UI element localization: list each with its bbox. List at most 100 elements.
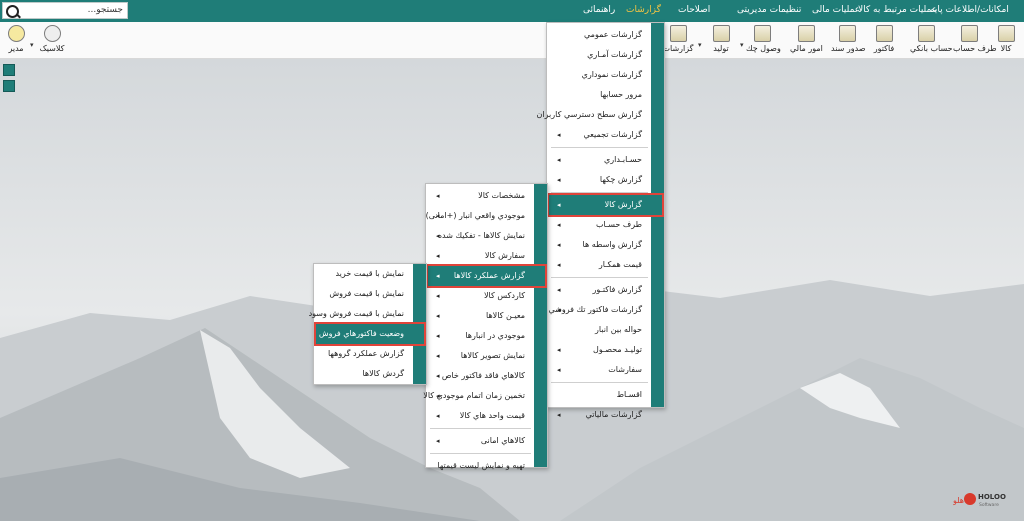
reports-menu-item[interactable]: گزارش کالا ◂ [547,193,664,217]
goods-menu-item[interactable]: گزارش عملكرد كالاها ◂ [426,264,547,288]
chevron-left-icon: ◂ [436,392,440,400]
menu-goods-ops[interactable]: عملیات مرتبط به کالا [858,5,937,15]
goods-menu-item[interactable]: موجودي در انبارها ◂ [428,326,545,346]
svg-text:هلو: هلو [953,496,964,505]
reports-menu-item[interactable]: گزارشات نموداري [549,65,662,85]
chevron-left-icon: ◂ [436,252,440,260]
reports-menu-item[interactable]: طرف حسـاب ◂ [549,215,662,235]
goods-menu-item-label: نمايش كالاها - تفكيك شده [437,231,525,240]
reports-menu-item-label: گزارشات فاكتور تك فروشي [548,305,642,314]
reports-button[interactable]: گزارشات [662,25,694,57]
reports-menu-item[interactable]: اقسـاط [549,385,662,405]
menu-separator [430,453,531,454]
goods-menu-item-label: كالاهاي امانی [480,436,525,445]
svg-text:Software: Software [979,502,999,508]
menu-settings[interactable]: تنظیمات مدیریتی [737,5,801,15]
manager-button[interactable]: مدیر [0,25,32,57]
reports-menu-item-label: سفارشات [608,365,642,374]
reports-menu-item-label: گزارشات نموداري [581,70,642,79]
classic-button[interactable]: كلاسيک [36,25,68,57]
perf-menu-item[interactable]: وضعيت فاكتورهاي فروش [314,322,426,346]
chevron-left-icon: ◂ [436,272,440,280]
invoice-button[interactable]: فاکتور [868,25,900,57]
chevron-left-icon: ◂ [436,232,440,240]
goods-menu-item[interactable]: كاردكس كالا ◂ [428,286,545,306]
goods-menu-item-label: مشخصات كالا [478,191,525,200]
reports-menu-item[interactable]: گزارشات مالیاتي ◂ [549,405,662,425]
chevron-left-icon: ◂ [557,221,561,229]
goods-performance-submenu: نمايش با قيمت خريد نمايش با قيمت فروش نماي… [309,263,427,385]
chevron-left-icon: ◂ [557,176,561,184]
goods-menu-item[interactable]: سفارش كالا ◂ [428,246,545,266]
reports-menu-item[interactable]: قيمت همكـار ◂ [549,255,662,275]
goods-menu-item[interactable]: مشخصات كالا ◂ [428,186,545,206]
reports-menu-item[interactable]: گزارش سطح دسترسي کاربران [537,105,662,125]
chevron-down-icon[interactable]: ▾ [698,41,702,49]
reports-menu-item[interactable]: سفارشات ◂ [549,360,662,380]
goods-menu-item-label: موجودي در انبارها [465,331,525,340]
reports-menu-item[interactable]: گزارش فاكتـور ◂ [549,280,662,300]
bank-account-button[interactable]: حساب بانکي [910,25,953,57]
goods-menu-item-label: نمايش تصوير كالاها [460,351,525,360]
goods-menu-item-label: سفارش كالا [484,251,525,260]
goods-menu-item[interactable]: نمايش تصوير كالاها ◂ [428,346,545,366]
goods-menu-item[interactable]: كالاهاي امانی ◂ [428,431,545,451]
production-button[interactable]: توليد [705,25,737,57]
goods-menu-item[interactable]: موجودي واقعي انبار (+امانی) ◂ [426,206,545,226]
reports-menu-item[interactable]: گزارش واسطه ها ◂ [549,235,662,255]
search-icon[interactable] [6,5,19,18]
goods-menu-item[interactable]: نمايش كالاها - تفكيك شده ◂ [428,226,545,246]
chevron-down-icon[interactable]: ▾ [740,41,744,49]
perf-menu-item[interactable]: گزارش عملكرد گروهها [316,344,424,364]
goods-menu-item[interactable]: كالاهاي فاقد فاكتور خاص ◂ [428,366,545,386]
reports-menu-item[interactable]: مرور حسابها [549,85,662,105]
chevron-left-icon: ◂ [557,201,561,209]
reports-menu-item[interactable]: تولیـد محصـول ◂ [549,340,662,360]
holoo-logo: هلو HOLOO Software [952,489,1013,512]
menu-basic[interactable]: امکانات/اطلاعات پایه [930,5,1009,15]
menu-corrections[interactable]: اصلاحات [678,5,710,15]
menu-help[interactable]: راهنمائی [583,5,615,15]
menu-separator [551,277,648,278]
reports-menu-item-label: گزارشات آمـاري [587,50,642,59]
reports-menu-item[interactable]: حسـابـداري ◂ [549,150,662,170]
document-icon [838,25,856,42]
voucher-button[interactable]: صدور سند [831,25,866,57]
perf-menu-item[interactable]: گردش كالاها [316,364,424,384]
cheque-receipt-button[interactable]: وصول چك [746,25,781,57]
menu-reports[interactable]: گزارشات [626,5,661,15]
reports-menu-item[interactable]: گزارشات فاكتور تك فروشي ◂ [548,300,662,320]
reports-menu-item[interactable]: حواله بين انبار [549,320,662,340]
search-box[interactable]: جستجو... [2,2,128,19]
goods-menu-item-label: گزارش عملكرد كالاها [453,271,525,280]
chevron-left-icon: ◂ [436,192,440,200]
goods-menu-item[interactable]: تهيه و نمايش ليست قيمتها [428,456,545,476]
goods-reports-submenu: مشخصات كالا ◂ موجودي واقعي انبار (+امانی) ◂… [423,183,548,470]
perf-menu-item[interactable]: نمايش با قيمت فروش [316,284,424,304]
reports-dropdown: گزارشات عمومي گزارشات آمـاري گزارشات نمودا… [537,22,665,419]
menu-financial[interactable]: عملیات مالی [812,5,860,15]
search-input[interactable]: جستجو... [88,5,123,15]
goods-menu-item[interactable]: قيمت واحد هاي كالا ◂ [428,406,545,426]
reports-menu-item[interactable]: گزارشات عمومي [549,25,662,45]
user-icon[interactable] [3,80,15,92]
bank-icon [917,25,935,42]
finance-button[interactable]: امور مالي [790,25,823,57]
party-button[interactable]: طرف حساب [953,25,997,57]
goods-menu-item[interactable]: تخمين زمان اتمام موجودي كالا ◂ [423,386,545,406]
goods-menu-item[interactable]: معيـن كالاها ◂ [428,306,545,326]
reports-menu-item[interactable]: گزارشات آمـاري [549,45,662,65]
reports-menu-item-label: حسـابـداري [604,155,642,164]
reports-menu-item-label: اقسـاط [616,390,642,399]
reports-menu-item[interactable]: گزارشات تجمیعي ◂ [549,125,662,145]
reports-menu-item[interactable]: گزارش چکها ◂ [549,170,662,190]
perf-menu-item[interactable]: نمايش با قيمت خريد [316,264,424,284]
factory-icon [712,25,730,42]
perf-menu-item[interactable]: نمايش با قيمت فروش وسود [309,304,424,324]
perf-menu-item-label: نمايش با قيمت فروش [329,289,404,298]
reports-menu-item-label: گزارشات مالیاتي [585,410,642,419]
chevron-left-icon: ◂ [557,411,561,419]
info-icon[interactable] [3,64,15,76]
person-icon [960,25,978,42]
menu-separator [551,382,648,383]
